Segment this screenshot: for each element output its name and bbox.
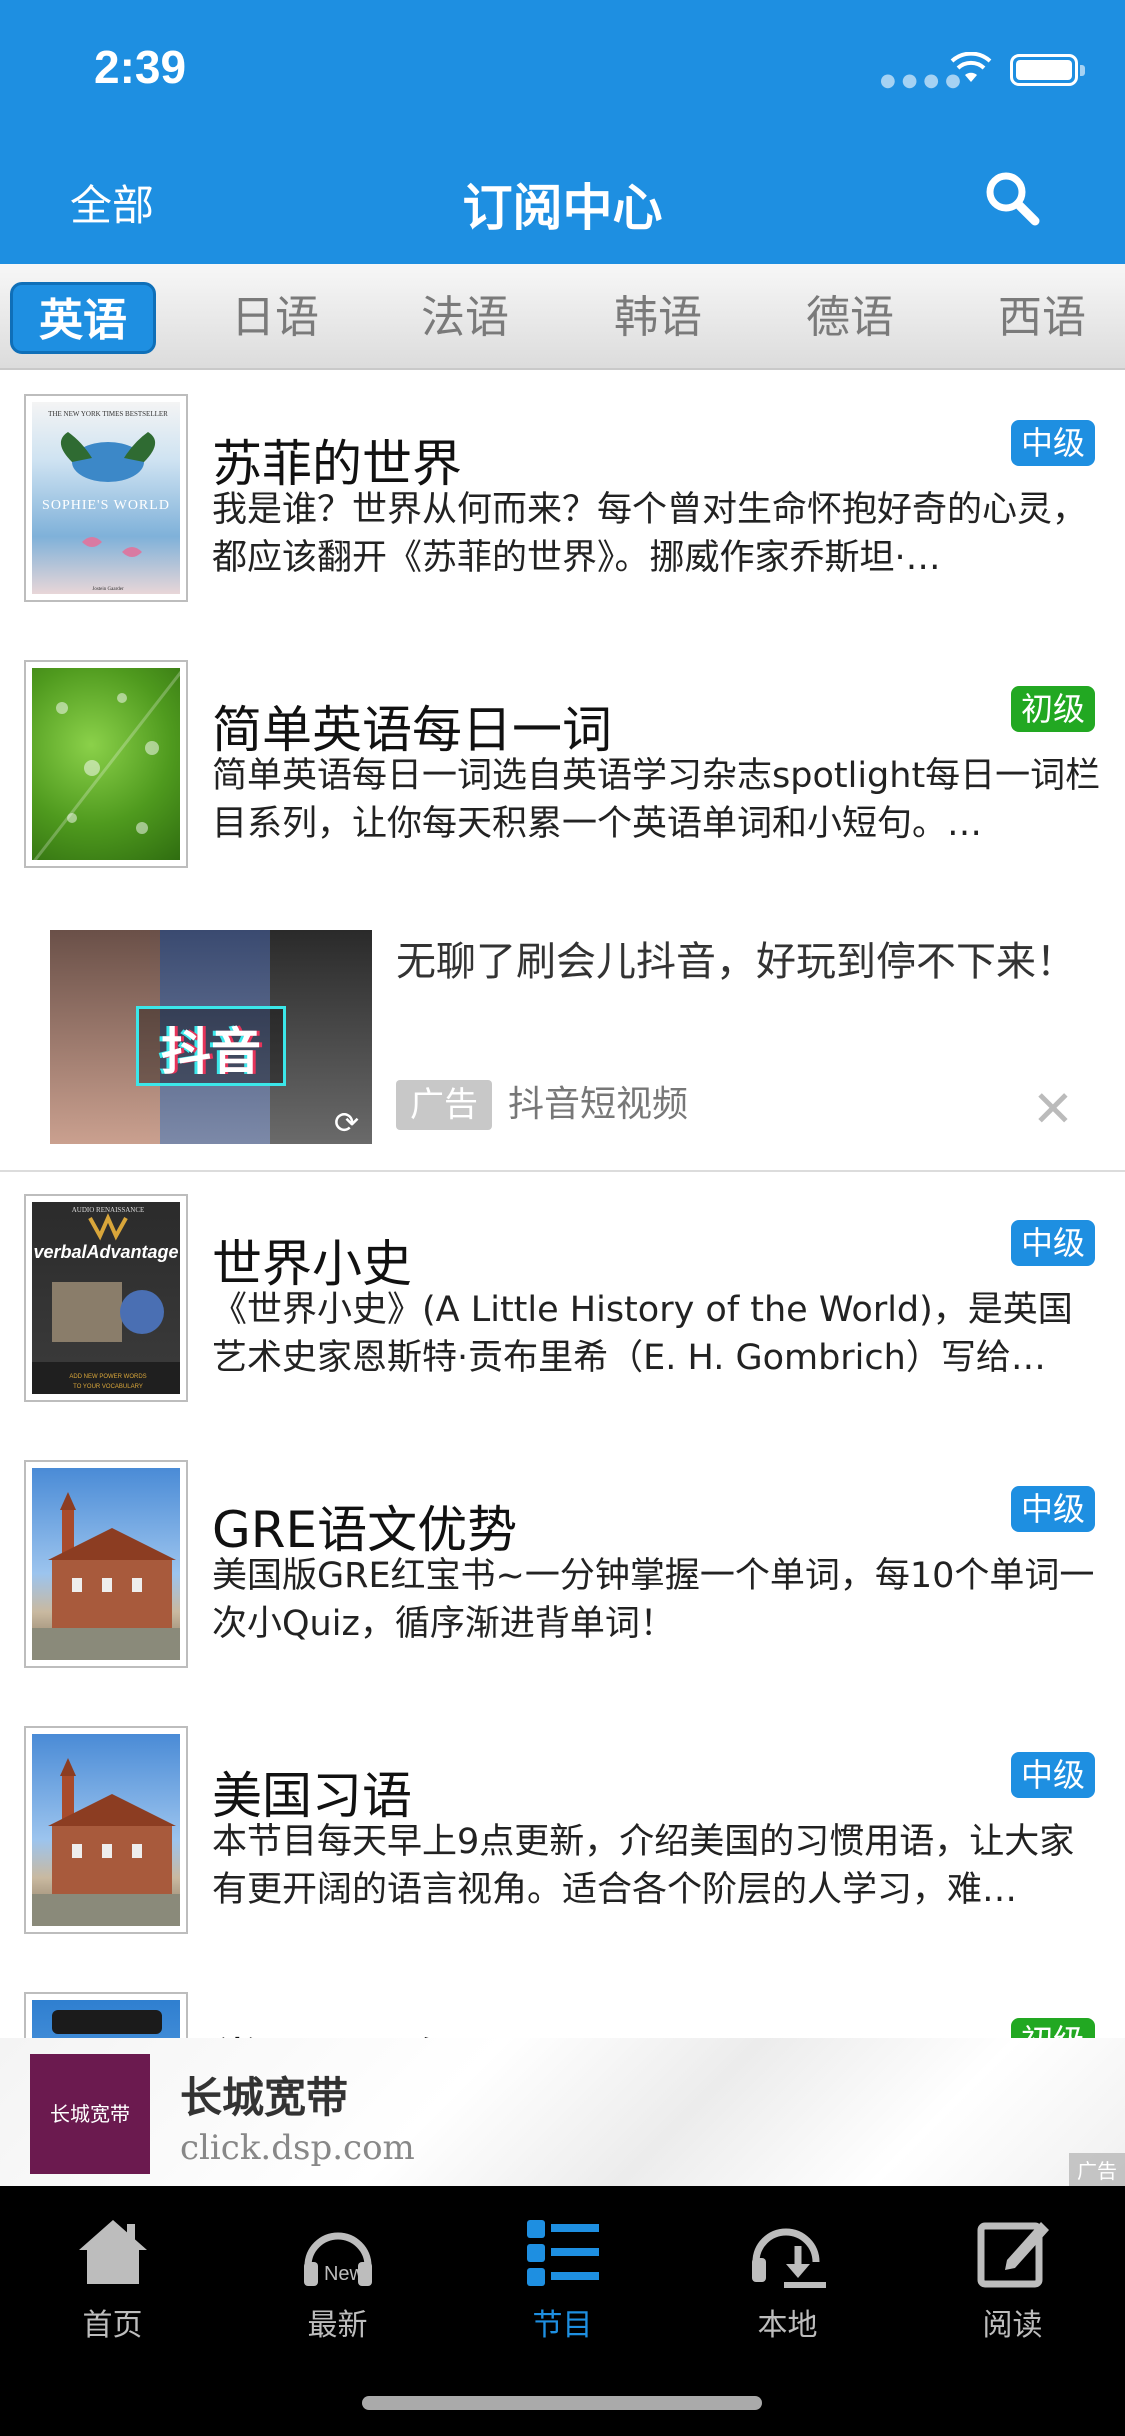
svg-text:ADD NEW POWER WORDS: ADD NEW POWER WORDS	[69, 1374, 146, 1380]
status-time: 2:39	[94, 41, 187, 93]
bottom-tab-bar: 首页 New 最新 节目 本地 阅读	[0, 2186, 1125, 2436]
level-badge: 初级	[1010, 686, 1095, 732]
book-cover	[24, 660, 188, 868]
home-indicator	[362, 2396, 762, 2410]
level-badge: 中级	[1010, 1752, 1095, 1798]
tabbar-label: 节目	[532, 2308, 593, 2343]
tabbar-label: 最新	[307, 2308, 368, 2343]
svg-text:AUDIO RENAISSANCE: AUDIO RENAISSANCE	[72, 1206, 145, 1214]
item-description: 《世界小史》(A Little History of the World)，是英…	[212, 1290, 1073, 1378]
ad-source: 抖音短视频	[508, 1084, 689, 1125]
item-title: 常用口语俚语	[212, 2022, 512, 2038]
item-description: 本节目每天早上9点更新，介绍美国的习惯用语，让大家有更开阔的语言视角。适合各个阶…	[212, 1822, 1075, 1910]
banner-title: 长城宽带	[180, 2073, 349, 2122]
book-cover: AUDIO RENAISSANCE ADD NEW POWER WORDS TO…	[24, 1194, 188, 1402]
list-item[interactable]: 简单英语每日一词 初级 简单英语每日一词选自英语学习杂志spotlight每日一…	[0, 638, 1125, 906]
tabbar-latest[interactable]: New 最新	[225, 2210, 450, 2344]
tabbar-reading[interactable]: 阅读	[900, 2210, 1125, 2344]
language-tabs: 英语 日语 法语 韩语 德语 西语	[0, 264, 1125, 370]
search-icon[interactable]	[982, 168, 1042, 228]
ad-item[interactable]: 抖音 ⟳ 无聊了刷会儿抖音，好玩到停不下来！ 广告 抖音短视频 ✕	[0, 904, 1125, 1172]
ad-image: 抖音 ⟳	[50, 930, 372, 1144]
book-cover	[24, 1726, 188, 1934]
item-description: 美国版GRE红宝书~一分钟掌握一个单词，每10个单词一次小Quiz，循序渐进背单…	[212, 1556, 1095, 1644]
tab-japanese[interactable]: 日语	[200, 282, 350, 354]
book-cover	[24, 1460, 188, 1668]
list-item[interactable]: AUDIO RENAISSANCE ADD NEW POWER WORDS TO…	[0, 1172, 1125, 1440]
tab-spanish[interactable]: 西语	[967, 282, 1117, 354]
close-icon[interactable]: ✕	[1032, 1084, 1074, 1134]
cover-title: SOPHIE'S WORLD	[42, 498, 170, 513]
tabbar-programs[interactable]: 节目	[450, 2210, 675, 2344]
edit-icon	[977, 2222, 1049, 2288]
ad-title: 无聊了刷会儿抖音，好玩到停不下来！	[396, 939, 1076, 985]
refresh-icon: ⟳	[334, 1106, 360, 1141]
tabbar-local[interactable]: 本地	[675, 2210, 900, 2344]
banner-ad-tag: 广告	[1069, 2153, 1125, 2186]
tabbar-home[interactable]: 首页	[0, 2210, 225, 2344]
banner-logo: 长城宽带	[30, 2054, 150, 2174]
svg-text:THE NEW YORK TIMES BESTSELLER: THE NEW YORK TIMES BESTSELLER	[48, 410, 168, 418]
tab-korean[interactable]: 韩语	[583, 282, 733, 354]
item-description: 我是谁？世界从何而来？每个曾对生命怀抱好奇的心灵，都应该翻开《苏菲的世界》。挪威…	[212, 490, 1088, 578]
book-cover: THE NEW YORK TIMES BESTSELLER Jostein Ga…	[24, 394, 188, 602]
level-badge: 中级	[1010, 1486, 1095, 1532]
item-description: 简单英语每日一词选自英语学习杂志spotlight每日一词栏目系列，让你每天积累…	[212, 756, 1101, 844]
tabbar-label: 首页	[82, 2308, 143, 2343]
tabbar-label: 本地	[757, 2308, 818, 2343]
list-item[interactable]: 美国习语 中级 本节目每天早上9点更新，介绍美国的习惯用语，让大家有更开阔的语言…	[0, 1704, 1125, 1972]
tabbar-label: 阅读	[982, 2308, 1043, 2343]
header: 2:39 ●●●● 全部 订阅中心	[0, 0, 1125, 264]
headphones-new-icon: New	[303, 2232, 372, 2286]
home-icon	[78, 2220, 147, 2284]
svg-text:TO YOUR VOCABULARY: TO YOUR VOCABULARY	[73, 1384, 143, 1390]
battery-icon	[1010, 54, 1085, 86]
cover-title: verbalAdvantage	[33, 1242, 179, 1262]
svg-text:Jostein Gaarder: Jostein Gaarder	[92, 587, 124, 592]
wifi-icon	[950, 52, 992, 82]
level-badge: 初级	[1010, 2018, 1095, 2038]
program-list: THE NEW YORK TIMES BESTSELLER Jostein Ga…	[0, 372, 1125, 2038]
svg-text:New: New	[323, 2263, 364, 2285]
ad-badge: 广告	[396, 1080, 492, 1130]
list-item[interactable]: THE NEW YORK TIMES BESTSELLER Jostein Ga…	[0, 372, 1125, 640]
banner-url: click.dsp.com	[180, 2128, 415, 2168]
tab-french[interactable]: 法语	[390, 282, 540, 354]
ad-image-text: 抖音	[161, 1023, 261, 1081]
tab-german[interactable]: 德语	[775, 282, 925, 354]
list-item[interactable]: 常用口语俚语 初级	[0, 1970, 1125, 2038]
tab-english[interactable]: 英语	[10, 282, 156, 354]
page-title: 订阅中心	[462, 179, 663, 237]
level-badge: 中级	[1010, 420, 1095, 466]
bottom-ad-banner[interactable]: 长城宽带 长城宽带 click.dsp.com 广告	[0, 2038, 1125, 2186]
book-cover	[24, 1992, 188, 2038]
level-badge: 中级	[1010, 1220, 1095, 1266]
headphones-download-icon	[751, 2228, 826, 2288]
list-icon	[526, 2220, 599, 2286]
list-item[interactable]: GRE语文优势 中级 美国版GRE红宝书~一分钟掌握一个单词，每10个单词一次小…	[0, 1438, 1125, 1706]
